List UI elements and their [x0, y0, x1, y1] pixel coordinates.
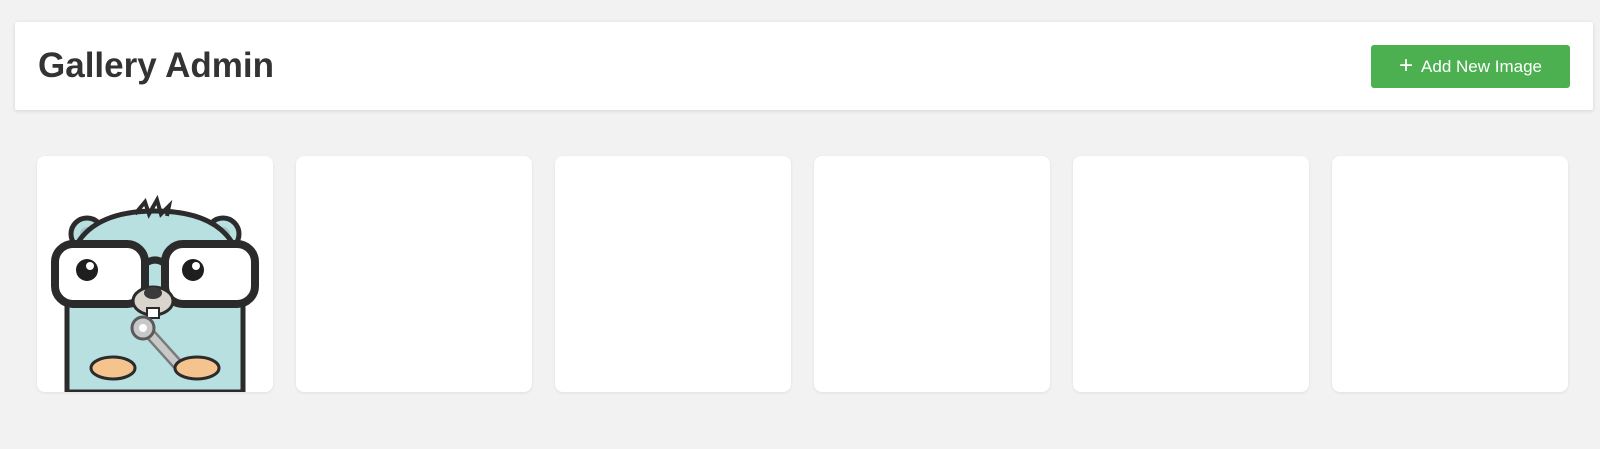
- gallery-card-gopher[interactable]: [37, 156, 273, 392]
- gallery-card-photo[interactable]: [814, 156, 1050, 392]
- pixelated-photo: [555, 156, 791, 392]
- pixelated-photo: [814, 156, 1050, 392]
- gallery-card-photo[interactable]: [555, 156, 791, 392]
- gallery-card-photo[interactable]: [296, 156, 532, 392]
- pixelated-photo: [296, 156, 532, 392]
- add-new-image-button[interactable]: + Add New Image: [1371, 45, 1570, 88]
- gallery-card-photo[interactable]: [1332, 156, 1568, 392]
- pixelated-photo: [1073, 156, 1309, 392]
- gallery-card-photo[interactable]: [1073, 156, 1309, 392]
- plus-icon: +: [1399, 51, 1414, 79]
- page-header: Gallery Admin + Add New Image: [15, 22, 1593, 110]
- pixelated-photo: [1332, 156, 1568, 392]
- page-title: Gallery Admin: [38, 46, 274, 85]
- image-gallery: [37, 156, 1568, 392]
- gopher-mascot-image: [37, 156, 273, 392]
- add-new-image-label: Add New Image: [1421, 56, 1542, 76]
